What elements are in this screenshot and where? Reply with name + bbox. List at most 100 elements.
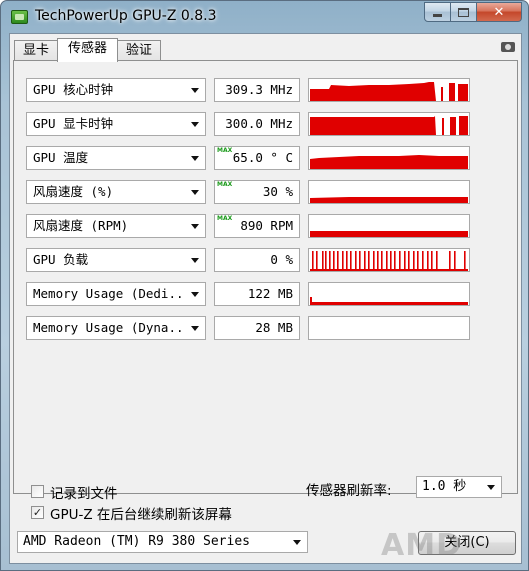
- load-spike: [404, 251, 406, 271]
- dropdown-arrow-icon: [293, 540, 301, 545]
- load-spike: [399, 251, 401, 271]
- continue-refresh-checkbox[interactable]: ✓: [31, 506, 44, 519]
- load-baseline: [310, 269, 468, 271]
- sensor-label: 风扇速度 (%): [33, 184, 114, 199]
- load-spike: [381, 251, 383, 271]
- sensor-value-text: 30 %: [262, 184, 293, 199]
- load-spike: [390, 251, 392, 271]
- load-spike: [346, 251, 348, 271]
- sensor-row-gpu-core-clock: GPU 核心时钟 309.3 MHz: [26, 78, 506, 102]
- title-bar[interactable]: TechPowerUp GPU-Z 0.8.3 ✕: [1, 1, 528, 33]
- tab-sensors[interactable]: 传感器: [57, 38, 119, 62]
- graph-temperature: [310, 155, 468, 169]
- sensor-select-gpu-temperature[interactable]: GPU 温度: [26, 146, 206, 170]
- dropdown-arrow-icon: [191, 258, 199, 263]
- load-spike: [368, 251, 370, 271]
- sensor-select-memory-dedicated[interactable]: Memory Usage (Dedi..: [26, 282, 206, 306]
- client-area: 显卡 传感器 验证 GPU 核心时钟 309.3 MHz GPU 显卡时钟 30…: [9, 33, 522, 564]
- dropdown-arrow-icon: [487, 485, 495, 490]
- sensor-select-gpu-core-clock[interactable]: GPU 核心时钟: [26, 78, 206, 102]
- sensor-value-text: 309.3 MHz: [225, 82, 293, 97]
- load-spike: [436, 251, 438, 271]
- load-spike: [322, 251, 324, 271]
- sensor-graph: [308, 248, 470, 272]
- sensor-value: MAX 890 RPM: [214, 214, 300, 238]
- sensor-value: 122 MB: [214, 282, 300, 306]
- sensor-label: GPU 负载: [33, 252, 89, 267]
- sensor-row-memory-usage-dynamic: Memory Usage (Dyna.. 28 MB: [26, 316, 506, 340]
- load-spike: [325, 251, 327, 271]
- sensor-select-gpu-memory-clock[interactable]: GPU 显卡时钟: [26, 112, 206, 136]
- refresh-rate-select[interactable]: 1.0 秒: [416, 476, 502, 498]
- dropdown-arrow-icon: [191, 88, 199, 93]
- graph-memory-clock: [310, 116, 468, 135]
- sensor-row-gpu-memory-clock: GPU 显卡时钟 300.0 MHz: [26, 112, 506, 136]
- load-spike: [386, 251, 388, 271]
- camera-icon[interactable]: [501, 42, 515, 52]
- maximize-button[interactable]: [451, 2, 477, 22]
- load-spike: [408, 251, 410, 271]
- max-indicator: MAX: [217, 147, 233, 154]
- dropdown-arrow-icon: [191, 292, 199, 297]
- dropdown-arrow-icon: [191, 326, 199, 331]
- sensor-value-text: 65.0 ° C: [232, 150, 293, 165]
- load-spike: [377, 251, 379, 271]
- load-spike: [355, 251, 357, 271]
- log-to-file-checkbox[interactable]: [31, 485, 44, 498]
- window-title: TechPowerUp GPU-Z 0.8.3: [35, 8, 217, 24]
- close-window-button[interactable]: ✕: [477, 2, 522, 22]
- load-spike: [312, 251, 314, 271]
- sensor-row-fan-speed-rpm: 风扇速度 (RPM) MAX 890 RPM: [26, 214, 506, 238]
- sensor-graph: [308, 146, 470, 170]
- sensor-value: MAX 30 %: [214, 180, 300, 204]
- sensor-value: 0 %: [214, 248, 300, 272]
- sensor-label: GPU 温度: [33, 150, 89, 165]
- minimize-button[interactable]: [424, 2, 451, 22]
- sensor-select-memory-dynamic[interactable]: Memory Usage (Dyna..: [26, 316, 206, 340]
- window-controls: ✕: [424, 2, 522, 22]
- sensor-value: 309.3 MHz: [214, 78, 300, 102]
- load-spike: [337, 251, 339, 271]
- dropdown-arrow-icon: [191, 224, 199, 229]
- sensor-row-gpu-temperature: GPU 温度 MAX 65.0 ° C: [26, 146, 506, 170]
- sensor-select-fan-speed-percent[interactable]: 风扇速度 (%): [26, 180, 206, 204]
- graph-fan-percent: [310, 197, 468, 203]
- max-indicator: MAX: [217, 181, 233, 188]
- sensor-select-gpu-load[interactable]: GPU 负载: [26, 248, 206, 272]
- sensor-value-text: 122 MB: [247, 286, 293, 301]
- gpu-select-value: AMD Radeon (TM) R9 380 Series: [23, 534, 250, 549]
- sensor-value: 300.0 MHz: [214, 112, 300, 136]
- graph-core-clock: [310, 82, 468, 101]
- continue-refresh-label: GPU-Z 在后台继续刷新该屏幕: [50, 507, 232, 523]
- load-spike: [454, 251, 456, 271]
- gpu-select[interactable]: AMD Radeon (TM) R9 380 Series: [17, 531, 308, 553]
- load-spike: [431, 251, 433, 271]
- dropdown-arrow-icon: [191, 190, 199, 195]
- sensor-value-text: 0 %: [270, 252, 293, 267]
- close-icon: ✕: [493, 4, 505, 20]
- sensor-graph: [308, 180, 470, 204]
- sensor-value: 28 MB: [214, 316, 300, 340]
- minimize-icon: [433, 13, 442, 17]
- sensor-value: MAX 65.0 ° C: [214, 146, 300, 170]
- sensor-graph: [308, 316, 470, 340]
- load-spike: [316, 251, 318, 271]
- load-spike: [342, 251, 344, 271]
- sensor-value-text: 890 RPM: [240, 218, 293, 233]
- log-to-file-label: 记录到文件: [50, 486, 118, 502]
- gpuz-app-icon: [11, 10, 28, 24]
- sensor-select-fan-speed-rpm[interactable]: 风扇速度 (RPM): [26, 214, 206, 238]
- sensor-row-gpu-load: GPU 负载 0 %: [26, 248, 506, 272]
- sensor-row-memory-usage-dedicated: Memory Usage (Dedi.. 122 MB: [26, 282, 506, 306]
- tab-graphics-card[interactable]: 显卡: [14, 40, 59, 61]
- sensors-panel: GPU 核心时钟 309.3 MHz GPU 显卡时钟 300.0 MHz GP…: [13, 60, 518, 494]
- sensor-label: GPU 核心时钟: [33, 82, 114, 97]
- tab-validation[interactable]: 验证: [117, 40, 162, 61]
- load-spike: [359, 251, 361, 271]
- max-indicator: MAX: [217, 215, 233, 222]
- load-spike: [373, 251, 375, 271]
- load-spike: [350, 251, 352, 271]
- load-spike: [422, 251, 424, 271]
- maximize-icon: [458, 7, 469, 17]
- sensor-label: Memory Usage (Dyna..: [33, 320, 184, 335]
